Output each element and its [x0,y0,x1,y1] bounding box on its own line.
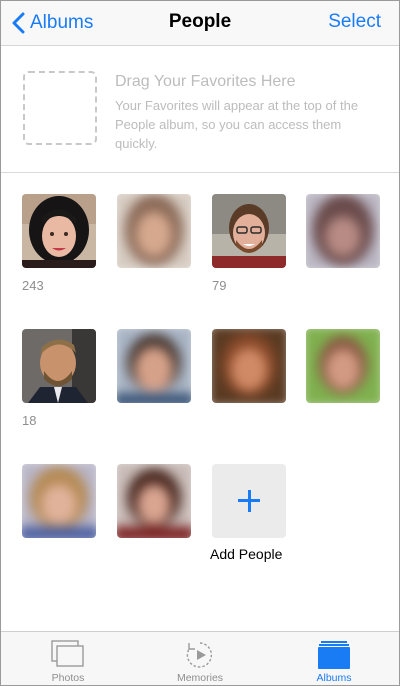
tab-photos-label: Photos [51,672,85,684]
tab-bar: Photos Memories Albums [1,631,399,685]
person-tile[interactable] [117,194,191,268]
person-photo[interactable] [22,464,96,538]
person-photo[interactable] [22,329,96,403]
person-photo[interactable] [117,329,191,403]
navigation-bar: Albums People Select [1,1,399,46]
select-button[interactable]: Select [328,11,381,33]
person-photo[interactable] [117,464,191,538]
face-thumbnail [117,464,191,538]
tab-photos[interactable]: Photos [13,632,123,685]
person-tile[interactable] [212,329,286,403]
add-people[interactable]: Add People [210,464,286,562]
tab-albums-label: Albums [316,672,352,684]
favorites-description: Your Favorites will appear at the top of… [115,98,359,151]
favorites-section: Drag Your Favorites Here Your Favorites … [1,46,399,173]
person-tile[interactable] [117,464,191,538]
face-thumbnail [22,194,96,268]
face-thumbnail [212,194,286,268]
face-thumbnail [22,329,96,403]
person-photo[interactable] [117,194,191,268]
person-tile[interactable] [117,329,191,403]
person-tile[interactable]: 18 [22,329,96,428]
photo-count: 18 [22,413,37,428]
tab-memories-label: Memories [176,672,224,684]
person-tile[interactable] [306,194,380,268]
person-tile[interactable] [22,464,96,538]
tab-albums[interactable]: Albums [279,632,389,685]
favorites-title: Drag Your Favorites Here [115,73,296,90]
person-photo[interactable] [212,194,286,268]
person-tile[interactable]: 243 [22,194,96,293]
face-thumbnail [117,194,191,268]
person-photo[interactable] [306,329,380,403]
add-people-label: Add People [210,546,283,562]
add-people-button[interactable] [212,464,286,538]
photo-count: 243 [22,278,44,293]
albums-icon [318,641,350,669]
tab-memories[interactable]: Memories [145,632,255,685]
person-photo[interactable] [212,329,286,403]
plus-icon-vertical [247,490,251,512]
face-thumbnail [306,194,380,268]
face-thumbnail [306,329,380,403]
photo-count: 79 [212,278,227,293]
person-tile[interactable] [306,329,380,403]
person-photo[interactable] [306,194,380,268]
favorites-drop-zone[interactable] [23,71,97,145]
photos-icon [51,640,84,667]
face-thumbnail [22,464,96,538]
memories-icon [186,642,213,668]
person-tile[interactable]: 79 [212,194,286,293]
face-thumbnail [117,329,191,403]
face-thumbnail [212,329,286,403]
person-photo[interactable] [22,194,96,268]
screen: Albums People Select Drag Your Favorites… [0,0,400,686]
